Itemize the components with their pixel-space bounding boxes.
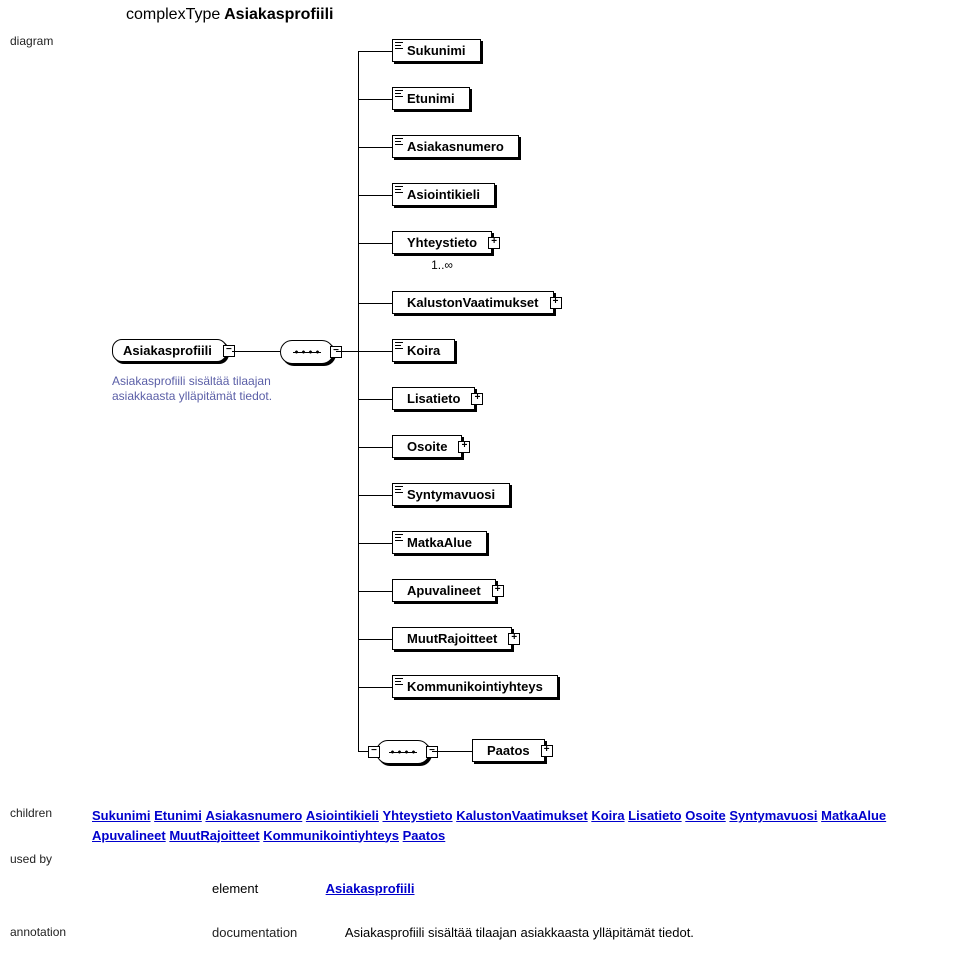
documentation-text: Asiakasprofiili sisältää tilaajan asiakk…: [345, 925, 694, 940]
root-element-box: Asiakasprofiili −: [112, 339, 227, 362]
element-label: Paatos: [487, 743, 530, 758]
element-box: Asiakasnumero: [392, 135, 519, 158]
occurrence-label: 1..∞: [431, 258, 453, 272]
page-title: complexType Asiakasprofiili: [126, 6, 960, 24]
element-box: Sukunimi: [392, 39, 481, 62]
row-label-diagram: diagram: [6, 28, 91, 800]
plus-icon: +: [508, 633, 520, 645]
minus-icon: −: [330, 346, 342, 358]
element-box: MatkaAlue: [392, 531, 487, 554]
minus-icon: −: [368, 746, 380, 758]
element-label: Etunimi: [407, 91, 455, 106]
child-link[interactable]: Kommunikointiyhteys: [263, 828, 399, 843]
element-box: Etunimi: [392, 87, 470, 110]
child-link[interactable]: Etunimi: [154, 808, 202, 823]
element-box: Paatos +: [472, 739, 545, 762]
element-box: Lisatieto+: [392, 387, 475, 410]
row-label-annotation: annotation: [6, 897, 91, 941]
child-link[interactable]: Paatos: [403, 828, 446, 843]
element-box: Syntymavuosi: [392, 483, 510, 506]
root-element-label: Asiakasprofiili: [123, 343, 212, 358]
element-box: Asiointikieli: [392, 183, 495, 206]
element-label: Kommunikointiyhteys: [407, 679, 543, 694]
element-box: Yhteystieto+1..∞: [392, 231, 492, 254]
child-link[interactable]: Lisatieto: [628, 808, 681, 823]
plus-icon: +: [488, 237, 500, 249]
element-label: Asiakasnumero: [407, 139, 504, 154]
element-label: Osoite: [407, 439, 447, 454]
element-label: Asiointikieli: [407, 187, 480, 202]
sequence-compositor-icon: −: [280, 340, 334, 364]
child-link[interactable]: Asiakasnumero: [205, 808, 302, 823]
sequence-compositor-icon: − −: [376, 740, 430, 764]
element-label: Apuvalineet: [407, 583, 481, 598]
root-description: Asiakasprofiili sisältää tilaajan asiakk…: [112, 374, 277, 404]
element-label: MuutRajoitteet: [407, 631, 497, 646]
element-label: Sukunimi: [407, 43, 466, 58]
element-label: Koira: [407, 343, 440, 358]
row-label-usedby: used by: [6, 846, 91, 897]
child-link[interactable]: Osoite: [685, 808, 725, 823]
children-list: Sukunimi Etunimi Asiakasnumero Asiointik…: [91, 800, 926, 846]
usedby-link[interactable]: Asiakasprofiili: [326, 881, 415, 896]
child-link[interactable]: MatkaAlue: [821, 808, 886, 823]
plus-icon: +: [458, 441, 470, 453]
plus-icon: +: [471, 393, 483, 405]
element-label: KalustonVaatimukset: [407, 295, 539, 310]
documentation-label: documentation: [212, 925, 342, 940]
row-label-children: children: [6, 800, 91, 846]
plus-icon: +: [492, 585, 504, 597]
child-link[interactable]: Syntymavuosi: [729, 808, 817, 823]
schema-diagram: Asiakasprofiili − Asiakasprofiili sisält…: [112, 29, 712, 799]
element-label: Yhteystieto: [407, 235, 477, 250]
element-box: Kommunikointiyhteys: [392, 675, 558, 698]
usedby-kind: element: [212, 881, 322, 896]
child-link[interactable]: Sukunimi: [92, 808, 151, 823]
element-label: Syntymavuosi: [407, 487, 495, 502]
plus-icon: +: [541, 745, 553, 757]
element-label: MatkaAlue: [407, 535, 472, 550]
child-link[interactable]: Apuvalineet: [92, 828, 166, 843]
element-label: Lisatieto: [407, 391, 460, 406]
child-link[interactable]: MuutRajoitteet: [169, 828, 259, 843]
plus-icon: +: [550, 297, 562, 309]
element-box: Apuvalineet+: [392, 579, 496, 602]
child-link[interactable]: Yhteystieto: [382, 808, 452, 823]
element-box: Osoite+: [392, 435, 462, 458]
child-link[interactable]: Asiointikieli: [306, 808, 379, 823]
child-link[interactable]: KalustonVaatimukset: [456, 808, 588, 823]
minus-icon: −: [426, 746, 438, 758]
element-box: MuutRajoitteet+: [392, 627, 512, 650]
element-box: KalustonVaatimukset+: [392, 291, 554, 314]
child-link[interactable]: Koira: [591, 808, 624, 823]
element-box: Koira: [392, 339, 455, 362]
